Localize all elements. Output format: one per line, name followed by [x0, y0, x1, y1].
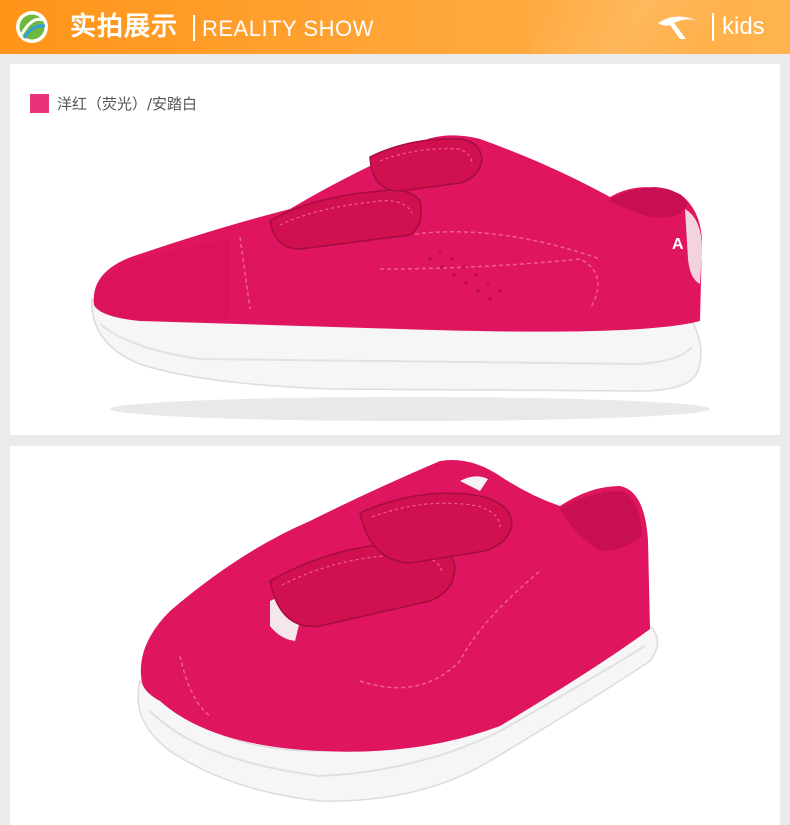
section-subtitle: REALITY SHOW: [202, 16, 374, 41]
shoe-angle-view-image: [137, 460, 659, 802]
header-banner: 实拍展示 REALITY SHOW kids: [0, 0, 790, 54]
logo-ball-icon: [16, 11, 48, 43]
svg-text:A: A: [672, 236, 684, 253]
color-swatch: [30, 94, 49, 113]
title-divider: [193, 15, 195, 41]
product-photo-side: 洋红（荧光）/安踏白 A: [10, 64, 780, 435]
section-title: 实拍展示: [70, 12, 179, 42]
anta-logo-icon: [658, 16, 698, 39]
product-photo-angle: [10, 446, 780, 825]
brand-divider: [712, 13, 714, 41]
brand-kids-label: kids: [722, 13, 765, 40]
shoe-side-view-image: A: [91, 135, 710, 421]
